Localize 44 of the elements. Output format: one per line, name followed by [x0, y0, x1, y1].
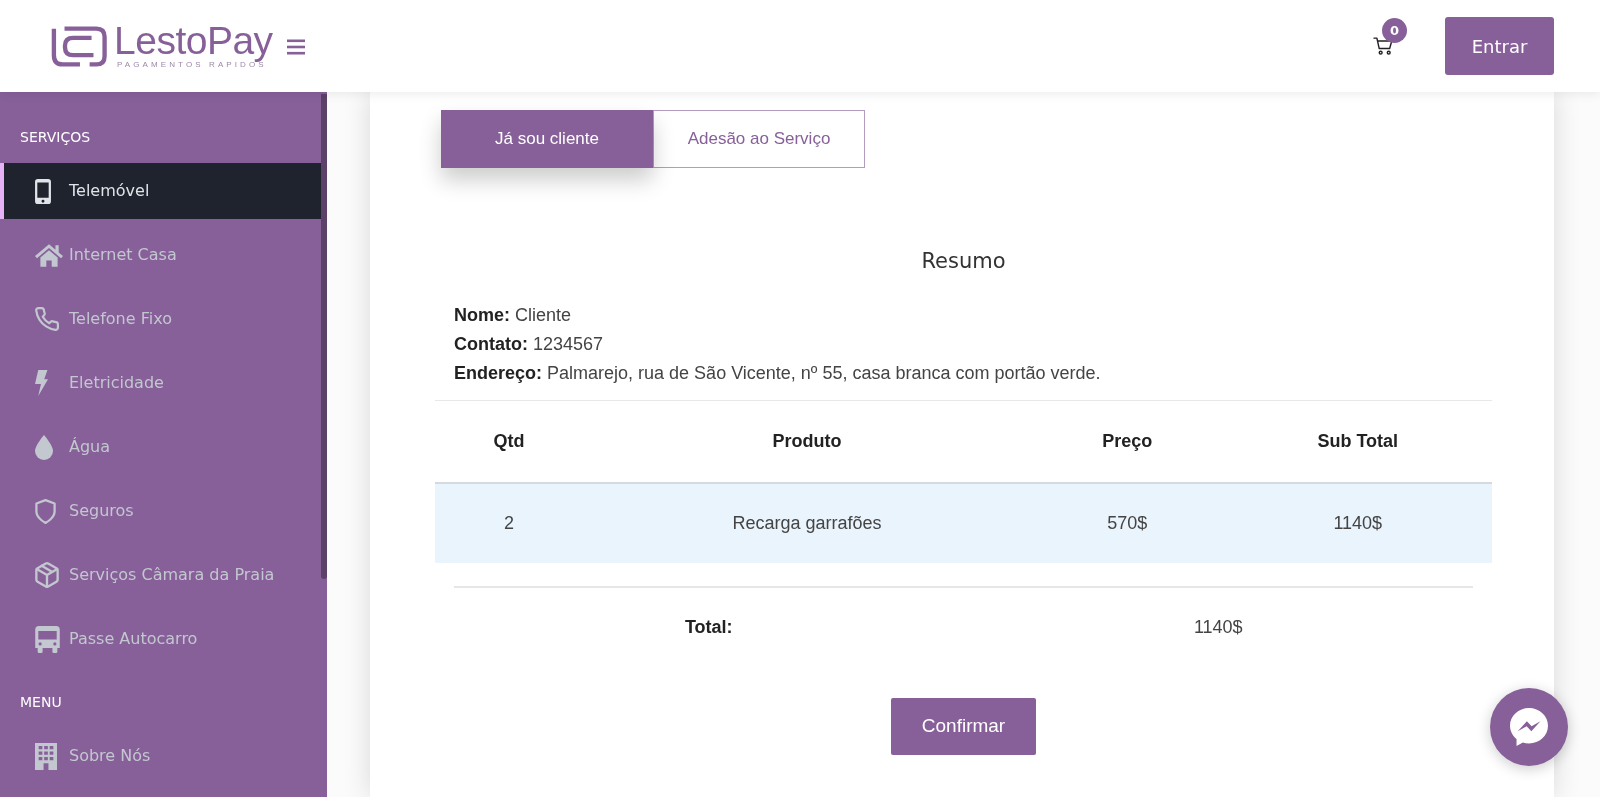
summary-detail-line: Endereço: Palmarejo, rua de São Vicente, nº 55, casa branca com portão verde. — [454, 362, 1102, 385]
summary-detail-line: Nome: Cliente — [454, 304, 573, 327]
sidebar-item[interactable]: Eletricidade — [0, 355, 321, 411]
summary-detail-line: Contato: 1234567 — [454, 333, 605, 356]
table-header-cell: Preço — [1031, 400, 1224, 483]
sidebar-item[interactable]: Água — [0, 419, 321, 475]
total-label: Total: — [684, 616, 733, 637]
table-cell: 1140$ — [1223, 482, 1492, 563]
building-icon — [35, 742, 57, 770]
water-drop-icon — [35, 434, 53, 460]
logo-icon — [51, 25, 107, 67]
sidebar-item[interactable]: Sobre Nós — [0, 728, 321, 784]
table-header-cell: Qtd — [435, 400, 583, 483]
scrollbar-thumb[interactable] — [321, 94, 327, 579]
cart-count-badge: 0 — [1382, 18, 1407, 43]
table-cell: 570$ — [1031, 482, 1224, 563]
tab[interactable]: Já sou cliente — [441, 110, 653, 168]
bus-icon — [35, 625, 60, 653]
sidebar-item[interactable]: Telemóvel — [0, 163, 321, 219]
confirm-button[interactable]: Confirmar — [891, 697, 1036, 755]
table-header-cell: Produto — [582, 400, 1032, 483]
sidebar-item[interactable]: Seguros — [0, 483, 321, 539]
table-cell: 2 — [435, 482, 583, 563]
menu-icon[interactable] — [286, 39, 305, 55]
total-value: 1140$ — [1193, 616, 1243, 637]
shield-icon — [35, 498, 56, 524]
chat-bubble-icon — [1510, 708, 1548, 746]
sidebar-item[interactable]: Telefone Fixo — [0, 291, 321, 347]
sidebar-item[interactable]: Internet Casa — [0, 227, 321, 283]
mobile-phone-icon — [35, 178, 51, 204]
lightning-bolt-icon — [35, 370, 48, 396]
login-button[interactable]: Entrar — [1445, 17, 1554, 75]
tab[interactable]: Adesão ao Serviço — [653, 110, 865, 168]
box-icon — [35, 562, 59, 588]
table-cell: Recarga garrafões — [582, 482, 1032, 563]
sidebar-item[interactable]: Passe Autocarro — [0, 611, 321, 667]
phone-icon — [35, 307, 59, 331]
sidebar-section-title: MENU — [19, 693, 63, 712]
cart-icon[interactable] — [1373, 37, 1394, 55]
summary-title: Resumo — [920, 249, 1007, 273]
house-icon — [35, 243, 63, 267]
sidebar-section-title: SERVIÇOS — [19, 128, 92, 147]
table-header-cell: Sub Total — [1223, 400, 1492, 483]
sidebar-item[interactable]: Serviços Câmara da Praia — [0, 547, 321, 603]
